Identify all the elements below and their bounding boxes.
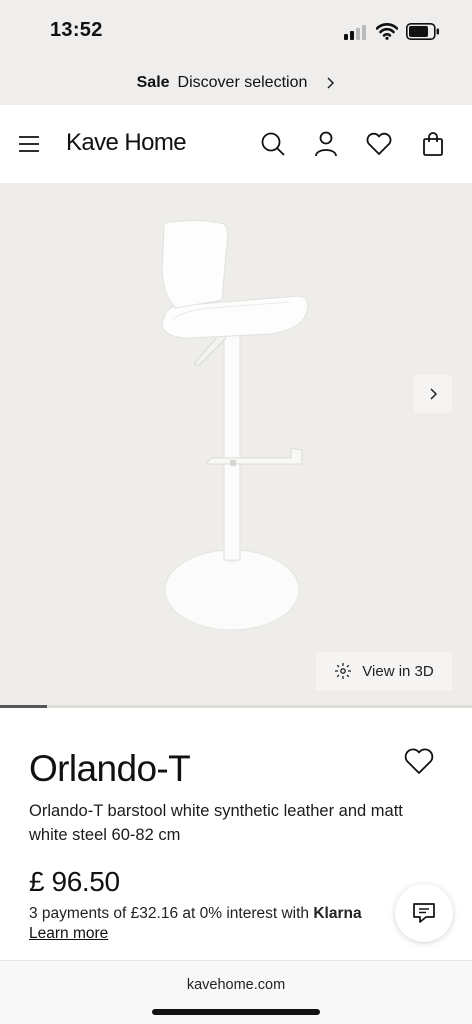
product-gallery[interactable]: View in 3D [0,183,472,705]
shopping-bag-icon[interactable] [418,129,448,159]
cube-3d-icon [335,663,352,679]
product-price: £ 96.50 [29,866,120,897]
sale-label: Sale [136,73,170,91]
sale-banner[interactable]: Sale Discover selection [0,60,472,105]
favourite-heart-icon[interactable] [403,746,435,776]
product-description: Orlando-T barstool white synthetic leath… [29,802,403,844]
chat-button[interactable] [395,884,453,942]
installments-text: 3 payments of £32.16 at 0% interest with… [29,905,399,923]
hamburger-menu-icon[interactable] [14,129,44,159]
chevron-right-icon [430,388,438,400]
site-header: Kave Home [0,105,472,183]
brand-logo[interactable]: Kave Home [66,129,187,157]
view-in-3d-button[interactable]: View in 3D [316,652,452,690]
chevron-right-icon [327,76,335,89]
wifi-icon [376,23,398,40]
cellular-signal-icon [344,24,368,40]
learn-more-link[interactable]: Learn more [29,925,108,943]
status-bar: 13:52 [0,0,472,60]
url-text[interactable]: kavehome.com [0,977,472,993]
view-in-3d-label: View in 3D [362,662,434,680]
user-icon[interactable] [311,129,341,159]
installments-provider: Klarna [313,905,362,922]
status-time: 13:52 [50,19,103,41]
chat-bubble-icon [413,903,435,923]
gallery-progress-fill [0,705,48,708]
home-indicator[interactable] [152,1009,320,1015]
browser-url-bar[interactable]: kavehome.com [0,960,472,1024]
battery-icon [406,23,439,40]
product-image [161,219,309,631]
gallery-next-button[interactable] [414,375,452,413]
product-title: Orlando-T [29,748,191,789]
gallery-progress-bar [0,705,472,708]
heart-icon[interactable] [364,129,394,159]
search-icon[interactable] [258,129,288,159]
discover-selection-link[interactable]: Discover selection [178,74,308,92]
installments-label: 3 payments of £32.16 at 0% interest with [29,905,314,922]
